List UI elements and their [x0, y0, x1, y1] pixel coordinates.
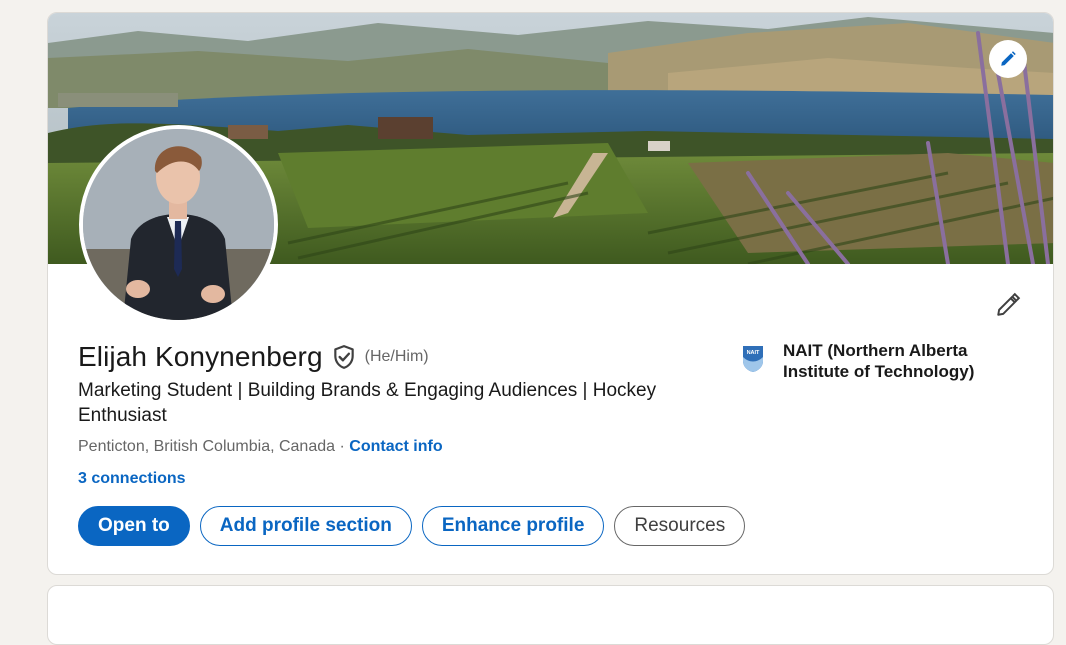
school-logo: NAIT — [743, 346, 763, 372]
open-to-button[interactable]: Open to — [78, 506, 190, 546]
profile-photo[interactable] — [79, 125, 278, 324]
connections-link[interactable]: 3 connections — [78, 470, 186, 488]
education-item[interactable]: NAIT NAIT (Northern Alberta Institute of… — [741, 340, 993, 382]
name-row: Elijah Konynenberg (He/Him) — [78, 341, 429, 373]
next-section-card — [47, 585, 1054, 645]
school-logo-text: NAIT — [747, 350, 760, 356]
pronouns: (He/Him) — [364, 348, 429, 365]
profile-card: Elijah Konynenberg (He/Him) Marketing St… — [47, 12, 1054, 575]
avatar — [83, 129, 274, 320]
location-row: Penticton, British Columbia, Canada · Co… — [78, 438, 443, 456]
school-name: NAIT (Northern Alberta Institute of Tech… — [783, 341, 975, 381]
profile-name: Elijah Konynenberg — [78, 341, 323, 372]
profile-actions: Open to Add profile section Enhance prof… — [78, 506, 746, 546]
shield-check-icon[interactable] — [331, 344, 357, 370]
pencil-icon — [997, 292, 1021, 316]
pencil-icon — [1001, 51, 1016, 66]
enhance-profile-button[interactable]: Enhance profile — [421, 506, 605, 546]
add-profile-section-button[interactable]: Add profile section — [199, 506, 412, 546]
separator-dot: · — [339, 438, 350, 455]
contact-info-link[interactable]: Contact info — [349, 438, 442, 455]
profile-headline: Marketing Student | Building Brands & En… — [78, 380, 657, 426]
resources-button[interactable]: Resources — [614, 506, 746, 546]
edit-banner-button[interactable] — [989, 40, 1027, 78]
edit-intro-button[interactable] — [988, 285, 1028, 325]
profile-location: Penticton, British Columbia, Canada — [78, 438, 336, 455]
